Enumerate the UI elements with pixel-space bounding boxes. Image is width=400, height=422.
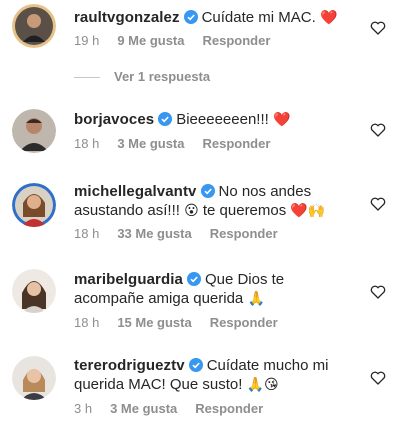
- likes-count[interactable]: 3 Me gusta: [117, 136, 184, 151]
- verified-badge-icon: [200, 184, 215, 198]
- reply-button[interactable]: Responder: [203, 33, 271, 48]
- avatar[interactable]: [12, 183, 56, 227]
- comment-meta: 18 h 15 Me gusta Responder: [74, 315, 296, 330]
- like-heart-icon[interactable]: [370, 197, 386, 211]
- timestamp: 18 h: [74, 315, 100, 330]
- likes-count[interactable]: 9 Me gusta: [117, 33, 184, 48]
- reply-button[interactable]: Responder: [203, 136, 271, 151]
- comment-body: asustando así!!!: [74, 202, 180, 219]
- comment-meta: 3 h 3 Me gusta Responder: [74, 401, 281, 416]
- username[interactable]: raultvgonzalez: [74, 9, 180, 26]
- comment-meta: 18 h 33 Me gusta Responder: [74, 226, 296, 241]
- avatar[interactable]: [12, 356, 56, 400]
- comment-meta: 18 h 3 Me gusta Responder: [74, 136, 288, 151]
- comment-body: Cuídate mi MAC.: [201, 9, 316, 26]
- timestamp: 19 h: [74, 33, 100, 48]
- verified-badge-icon: [158, 112, 173, 126]
- timestamp: 18 h: [74, 136, 100, 151]
- heart-clap-emoji: ❤️🙌: [290, 203, 326, 219]
- comment-text: raultvgonzalez Cuídate mi MAC. ❤️: [74, 8, 354, 28]
- comment-text: michellegalvantv No nos andes asustando a…: [74, 182, 354, 221]
- like-heart-icon[interactable]: [370, 21, 386, 35]
- comment-text: borjavoces Bieeeeeeen!!! ❤️: [74, 110, 354, 130]
- surprised-emoji: 😮: [184, 203, 199, 219]
- red-heart-emoji: ❤️: [272, 112, 291, 128]
- comment-meta: 19 h 9 Me gusta Responder: [74, 33, 288, 48]
- reply-button[interactable]: Responder: [210, 315, 278, 330]
- comment-body: Cuídate mucho mi: [206, 357, 329, 374]
- comment-text: tererodrigueztv Cuídate mucho mi querida …: [74, 356, 354, 395]
- timestamp: 18 h: [74, 226, 100, 241]
- avatar[interactable]: [12, 109, 56, 153]
- red-heart-emoji: ❤️: [319, 10, 338, 26]
- comment-text: maribelguardia Que Dios te acompañe amiga…: [74, 270, 354, 309]
- comment-body: Que Dios te: [204, 271, 285, 288]
- username[interactable]: tererodrigueztv: [74, 357, 185, 374]
- timestamp: 3 h: [74, 401, 93, 416]
- avatar[interactable]: [12, 4, 56, 48]
- likes-count[interactable]: 3 Me gusta: [110, 401, 177, 416]
- comments-panel: raultvgonzalez Cuídate mi MAC. ❤️ 19 h 9 M…: [0, 0, 400, 422]
- comment-body: querida MAC! Que susto!: [74, 376, 243, 393]
- verified-badge-icon: [188, 358, 203, 372]
- like-heart-icon[interactable]: [370, 123, 386, 137]
- like-heart-icon[interactable]: [370, 371, 386, 385]
- pray-kiss-emoji: 🙏😘: [246, 377, 279, 393]
- praying-hands-emoji: 🙏: [247, 291, 265, 307]
- likes-count[interactable]: 15 Me gusta: [117, 315, 191, 330]
- replies-divider: [74, 77, 100, 79]
- verified-badge-icon: [183, 10, 198, 24]
- username[interactable]: borjavoces: [74, 111, 154, 128]
- username[interactable]: maribelguardia: [74, 271, 183, 288]
- comment-body: te queremos: [202, 202, 287, 219]
- verified-badge-icon: [186, 272, 201, 286]
- reply-button[interactable]: Responder: [210, 226, 278, 241]
- comment-body: acompañe amiga querida: [74, 290, 244, 307]
- reply-button[interactable]: Responder: [195, 401, 263, 416]
- likes-count[interactable]: 33 Me gusta: [117, 226, 191, 241]
- like-heart-icon[interactable]: [370, 285, 386, 299]
- avatar[interactable]: [12, 269, 56, 313]
- username[interactable]: michellegalvantv: [74, 183, 197, 200]
- view-replies-button[interactable]: Ver 1 respuesta: [74, 69, 210, 84]
- comment-body: No nos andes: [218, 183, 312, 200]
- comment-body: Bieeeeeeen!!!: [176, 111, 269, 128]
